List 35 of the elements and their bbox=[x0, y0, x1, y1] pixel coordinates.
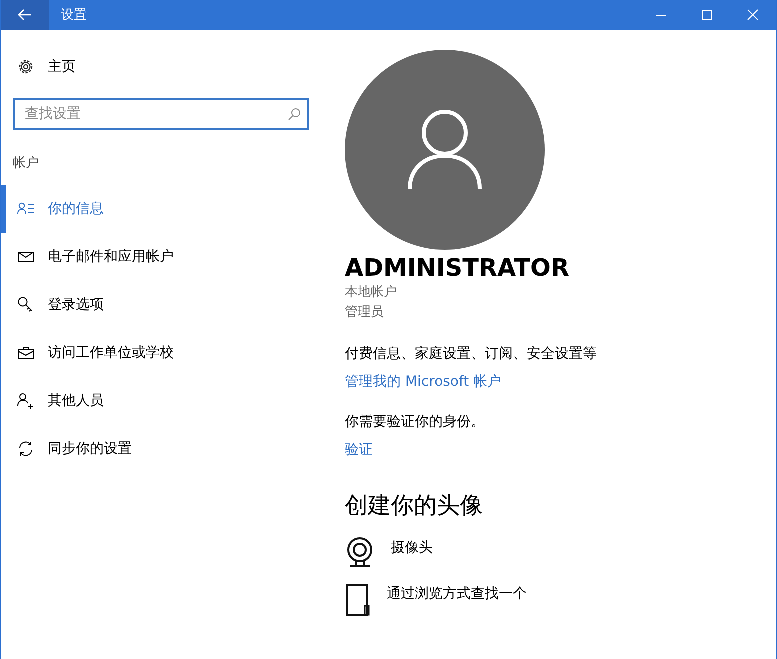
nav-item[interactable]: 你的信息 bbox=[1, 185, 331, 233]
gear-icon bbox=[17, 58, 35, 76]
search-field[interactable]: 查找设置 bbox=[13, 98, 309, 130]
nav-item[interactable]: 电子邮件和应用帐户 bbox=[1, 233, 331, 281]
account-role: 管理员 bbox=[345, 304, 384, 322]
back-arrow-icon bbox=[18, 9, 32, 21]
avatar-option[interactable]: 摄像头 bbox=[345, 537, 433, 569]
home-nav-item[interactable]: 主页 bbox=[1, 56, 76, 78]
nav-item[interactable]: 同步你的设置 bbox=[1, 425, 331, 473]
account-type: 本地帐户 bbox=[345, 284, 397, 302]
briefcase-icon bbox=[17, 346, 35, 360]
person-icon bbox=[407, 109, 483, 191]
verify-link[interactable]: 验证 bbox=[345, 439, 373, 461]
nav-item[interactable]: 访问工作单位或学校 bbox=[1, 329, 331, 377]
window-title: 设置 bbox=[61, 7, 87, 24]
close-icon bbox=[747, 9, 759, 21]
maximize-icon bbox=[701, 9, 713, 21]
back-button[interactable] bbox=[1, 0, 49, 30]
verify-text: 你需要验证你的身份。 bbox=[345, 413, 485, 432]
mail-icon bbox=[17, 250, 35, 264]
section-title: 创建你的头像 bbox=[345, 492, 483, 521]
sync-icon bbox=[17, 440, 35, 458]
billing-text: 付费信息、家庭设置、订阅、安全设置等 bbox=[345, 345, 597, 364]
nav-item[interactable]: 登录选项 bbox=[1, 281, 331, 329]
account-name: ADMINISTRATOR bbox=[345, 253, 570, 283]
nav-item[interactable]: 其他人员 bbox=[1, 377, 331, 425]
search-icon bbox=[288, 108, 301, 121]
key-icon bbox=[17, 296, 35, 314]
person-list-icon bbox=[17, 202, 35, 216]
manage-account-link[interactable]: 管理我的 Microsoft 帐户 bbox=[345, 371, 502, 393]
avatar-option[interactable]: 通过浏览方式查找一个 bbox=[345, 583, 527, 617]
add-person-icon bbox=[17, 392, 35, 410]
folder-icon bbox=[345, 583, 371, 617]
webcam-icon bbox=[345, 537, 375, 569]
section-heading: 帐户 bbox=[13, 155, 40, 172]
